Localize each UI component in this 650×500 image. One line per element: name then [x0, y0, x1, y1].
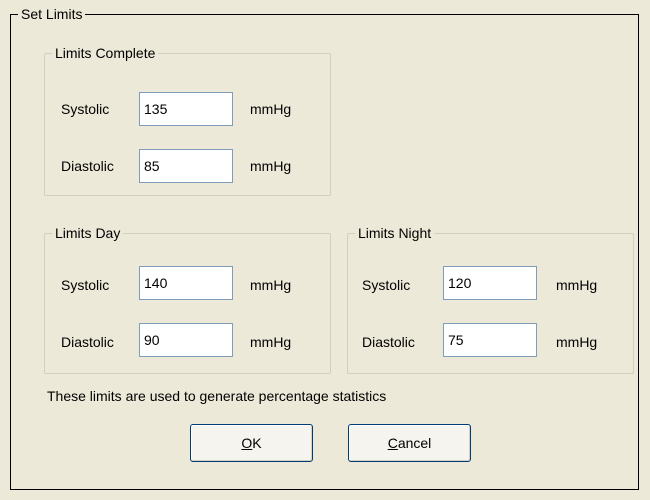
night-diastolic-label: Diastolic [362, 334, 415, 350]
limits-note: These limits are used to generate percen… [47, 388, 387, 404]
night-systolic-unit: mmHg [556, 277, 598, 293]
complete-systolic-label: Systolic [61, 101, 110, 117]
set-limits-group-title: Set Limits [18, 6, 86, 22]
day-diastolic-label: Diastolic [61, 334, 114, 350]
cancel-button-label-rest: ancel [397, 435, 432, 451]
complete-diastolic-input[interactable] [139, 149, 233, 183]
night-systolic-label: Systolic [362, 277, 411, 293]
complete-systolic-unit: mmHg [250, 101, 292, 117]
ok-button-mnemonic: O [241, 435, 253, 451]
cancel-button-mnemonic: C [387, 435, 398, 451]
night-diastolic-unit: mmHg [556, 334, 598, 350]
limits-night-group-title: Limits Night [355, 225, 435, 241]
ok-button[interactable]: OK [190, 424, 313, 462]
cancel-button[interactable]: Cancel [348, 424, 471, 462]
night-systolic-input[interactable] [443, 266, 537, 300]
night-diastolic-input[interactable] [443, 323, 537, 357]
day-diastolic-unit: mmHg [250, 334, 292, 350]
set-limits-dialog: Set Limits Limits Complete Systolic mmHg… [0, 0, 650, 500]
limits-day-group-title: Limits Day [52, 225, 124, 241]
day-diastolic-input[interactable] [139, 323, 233, 357]
day-systolic-input[interactable] [139, 266, 233, 300]
day-systolic-unit: mmHg [250, 277, 292, 293]
ok-button-label-rest: K [252, 435, 262, 451]
complete-systolic-input[interactable] [139, 92, 233, 126]
day-systolic-label: Systolic [61, 277, 110, 293]
complete-diastolic-unit: mmHg [250, 158, 292, 174]
limits-complete-group-title: Limits Complete [52, 45, 159, 61]
complete-diastolic-label: Diastolic [61, 158, 114, 174]
